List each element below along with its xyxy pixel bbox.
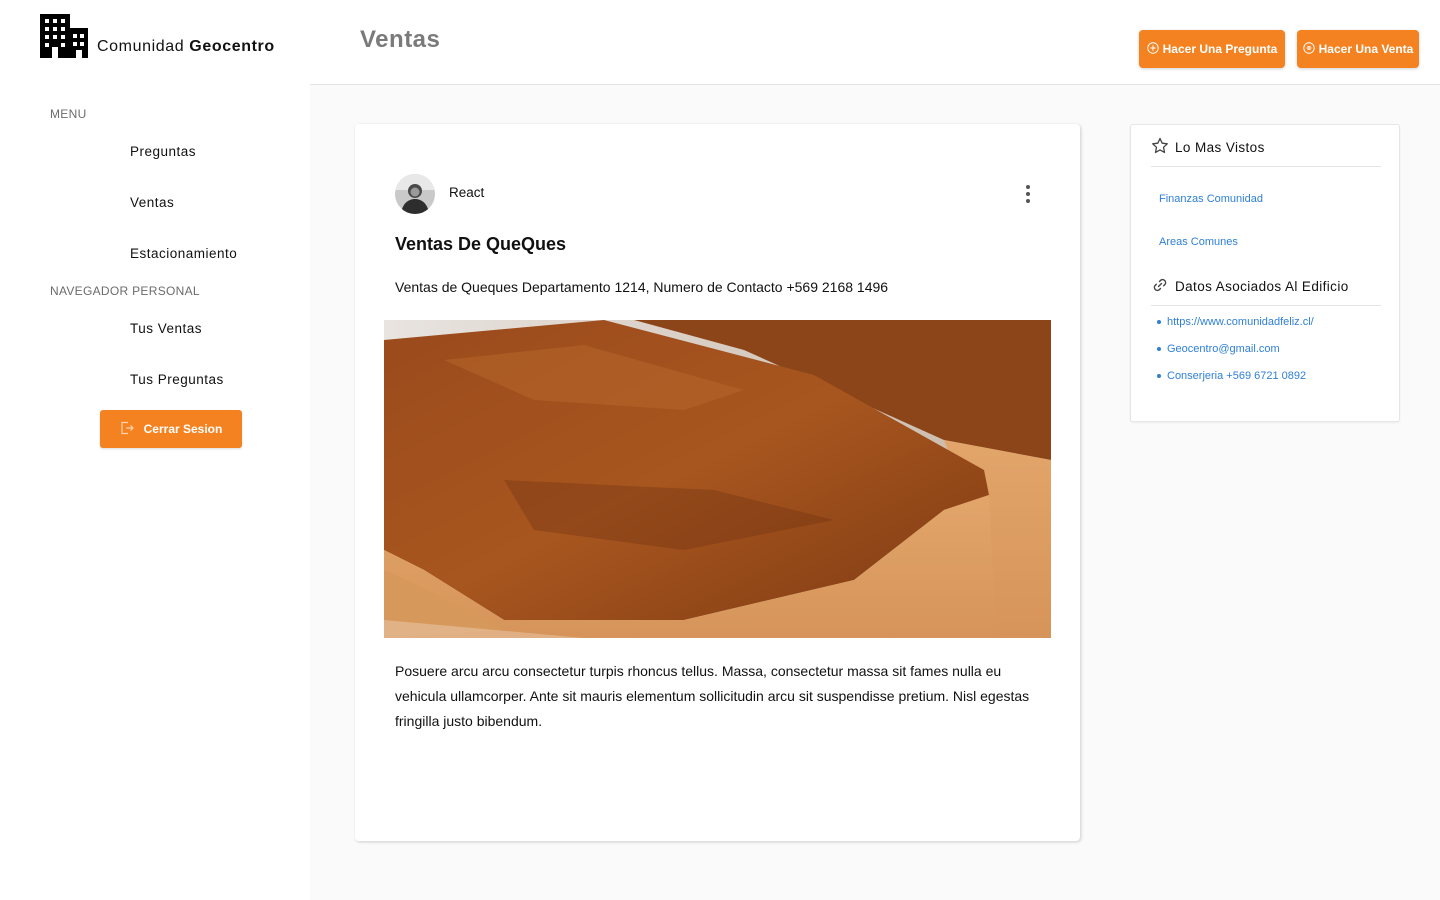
sidebar: Comunidad Geocentro MENU Preguntas Venta… <box>0 0 310 900</box>
dollar-circle-icon <box>1302 41 1315 57</box>
sidebar-item-tus-ventas[interactable]: Tus Ventas <box>130 321 202 336</box>
building-link-website[interactable]: https://www.comunidadfeliz.cl/ <box>1157 316 1314 328</box>
ask-question-label: Hacer Una Pregunta <box>1162 42 1278 56</box>
building-link-email-label: Geocentro@gmail.com <box>1167 343 1280 355</box>
post-card: React Ventas De QueQues Ventas de Queque… <box>355 124 1080 841</box>
avatar[interactable] <box>395 174 435 214</box>
personal-section-label: NAVEGADOR PERSONAL <box>50 284 200 298</box>
menu-section-label: MENU <box>50 107 87 121</box>
bullet-icon <box>1157 347 1161 351</box>
ask-question-button[interactable]: Hacer Una Pregunta <box>1139 30 1285 68</box>
brand-name-bold: Geocentro <box>189 38 275 55</box>
more-options-icon[interactable] <box>1015 180 1041 208</box>
page-title: Ventas <box>360 26 441 53</box>
most-viewed-title: Lo Mas Vistos <box>1175 140 1265 155</box>
building-icon <box>40 14 88 58</box>
logout-button[interactable]: Cerrar Sesion <box>100 410 242 448</box>
logout-icon <box>120 421 134 438</box>
sidebar-item-preguntas[interactable]: Preguntas <box>130 144 196 159</box>
make-sale-label: Hacer Una Venta <box>1318 42 1414 56</box>
sidebar-item-tus-preguntas[interactable]: Tus Preguntas <box>130 372 224 387</box>
post-body: Posuere arcu arcu consectetur turpis rho… <box>395 663 1030 729</box>
building-link-website-label: https://www.comunidadfeliz.cl/ <box>1167 316 1314 328</box>
info-panel: Lo Mas Vistos Finanzas Comunidad Areas C… <box>1130 124 1400 422</box>
bullet-icon <box>1157 320 1161 324</box>
logout-label: Cerrar Sesion <box>143 422 223 436</box>
building-link-phone[interactable]: Conserjeria +569 6721 0892 <box>1157 370 1306 382</box>
sidebar-item-estacionamiento[interactable]: Estacionamiento <box>130 246 237 261</box>
top-header: Ventas Hacer Una Pregunta Hacer Una Vent… <box>310 0 1440 85</box>
brand-name: Comunidad Geocentro <box>97 38 275 56</box>
building-link-phone-label: Conserjeria +569 6721 0892 <box>1167 370 1307 382</box>
post-subtitle: Ventas de Queques Departamento 1214, Num… <box>395 279 889 295</box>
building-link-email[interactable]: Geocentro@gmail.com <box>1157 343 1280 355</box>
make-sale-button[interactable]: Hacer Una Venta <box>1297 30 1419 68</box>
post-title: Ventas De QueQues <box>395 234 567 254</box>
plus-circle-icon <box>1146 41 1159 57</box>
link-icon <box>1151 276 1169 297</box>
bullet-icon <box>1157 374 1161 378</box>
most-viewed-link-areas[interactable]: Areas Comunes <box>1159 236 1238 248</box>
brand[interactable]: Comunidad Geocentro <box>40 14 275 58</box>
most-viewed-header: Lo Mas Vistos <box>1151 137 1381 167</box>
building-data-header: Datos Asociados Al Edificio <box>1151 276 1381 306</box>
post-image <box>384 320 1051 638</box>
brand-name-prefix: Comunidad <box>97 38 185 55</box>
star-icon <box>1151 137 1169 158</box>
sidebar-item-ventas[interactable]: Ventas <box>130 195 174 210</box>
most-viewed-link-finanzas[interactable]: Finanzas Comunidad <box>1159 193 1263 205</box>
building-data-title: Datos Asociados Al Edificio <box>1175 279 1349 294</box>
post-author[interactable]: React <box>449 185 484 200</box>
